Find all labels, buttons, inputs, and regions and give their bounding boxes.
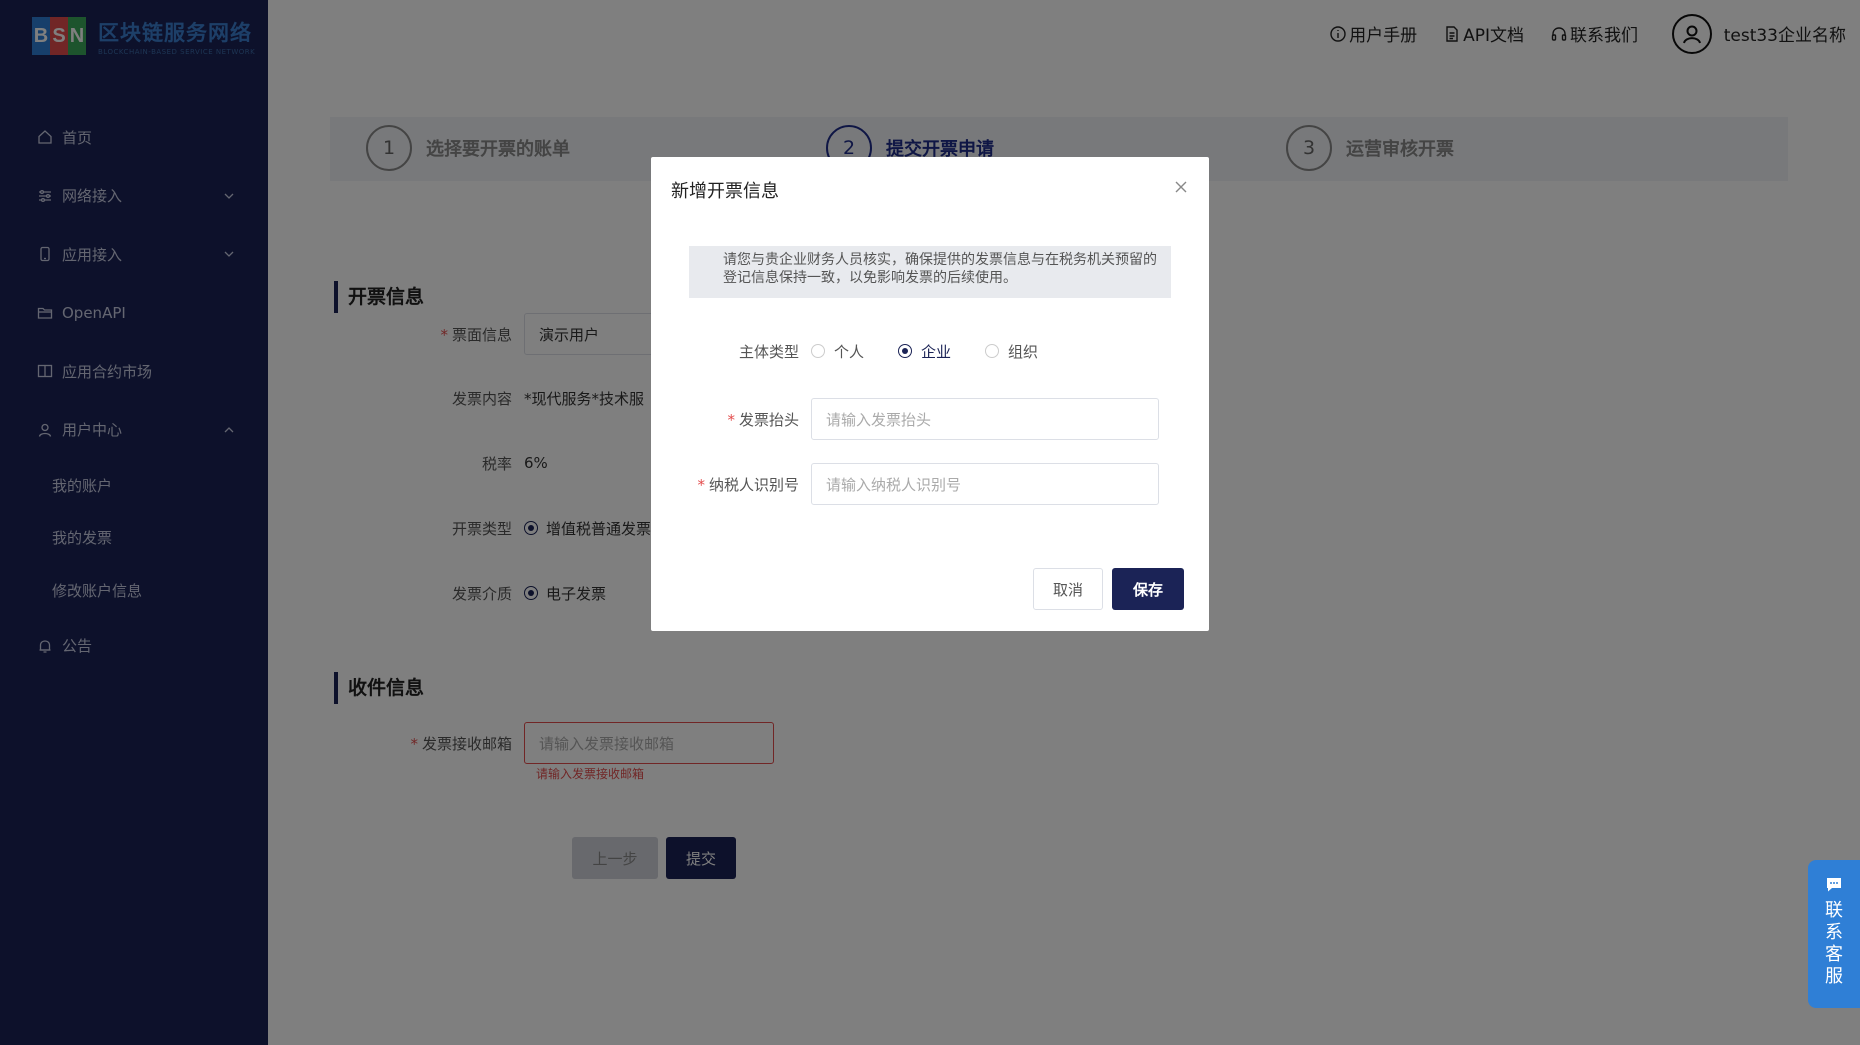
field-label: 主体类型 [738,342,799,361]
tax-id-row: * 纳税人识别号 请输入纳税人识别号 [651,463,1159,505]
entity-type-row: 主体类型 个人 企业 组织 [651,340,1072,362]
entity-type-radio-group: 个人 企业 组织 [811,341,1072,362]
invoice-header-row: * 发票抬头 请输入发票抬头 [651,398,1159,440]
field-label: * 发票抬头 [727,410,799,429]
invoice-header-input[interactable]: 请输入发票抬头 [811,398,1159,440]
entity-option-personal[interactable]: 个人 [811,341,864,362]
add-invoice-dialog: 新增开票信息 请您与贵企业财务人员核实，确保提供的发票信息与在税务机关预留的登记… [651,157,1209,631]
tax-id-input[interactable]: 请输入纳税人识别号 [811,463,1159,505]
customer-service-label: 联系客服 [1825,900,1843,987]
cancel-button[interactable]: 取消 [1033,568,1103,610]
entity-option-organization[interactable]: 组织 [985,341,1038,362]
customer-service-button[interactable]: 联系客服 [1808,860,1860,1008]
close-icon[interactable] [1173,179,1189,195]
chat-icon [1827,878,1841,892]
notice-box: 请您与贵企业财务人员核实，确保提供的发票信息与在税务机关预留的登记信息保持一致，… [689,246,1171,298]
save-button[interactable]: 保存 [1112,568,1184,610]
dialog-title: 新增开票信息 [671,181,779,202]
entity-option-enterprise[interactable]: 企业 [898,341,951,362]
field-label: * 纳税人识别号 [697,475,799,494]
